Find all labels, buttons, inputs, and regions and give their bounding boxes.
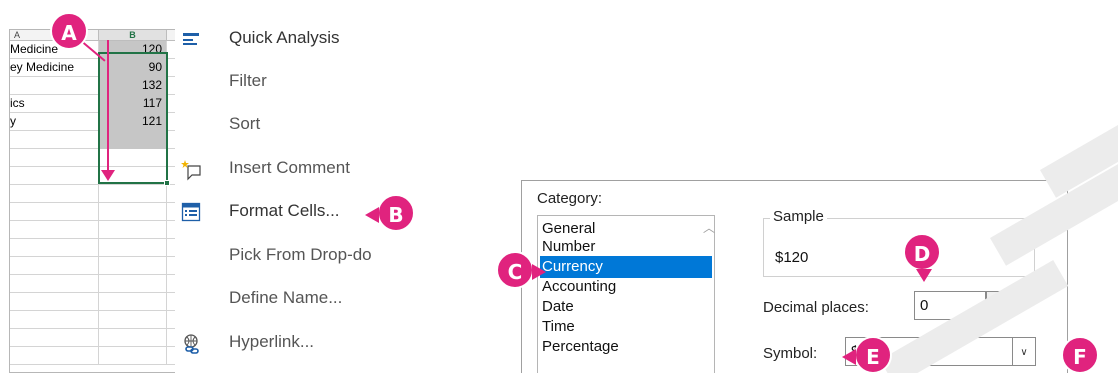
callout-badge-d: D — [903, 233, 941, 282]
selection-arrow-line — [107, 40, 109, 173]
menu-item-format-cells[interactable]: Format Cells... — [175, 192, 390, 232]
cell-b[interactable] — [99, 329, 167, 347]
cell-b[interactable] — [99, 275, 167, 293]
callout-badge-a: A — [50, 12, 88, 50]
cell-a[interactable] — [10, 131, 99, 149]
cell-a[interactable] — [10, 347, 99, 365]
menu-item-label: Insert Comment — [229, 158, 350, 177]
category-label: Category: — [537, 190, 603, 207]
menu-item-define-name[interactable]: Define Name... — [175, 279, 390, 319]
cell-a[interactable] — [10, 77, 99, 95]
menu-item-label: Filter — [229, 71, 267, 90]
cell-b[interactable] — [99, 293, 167, 311]
cell-b[interactable] — [99, 311, 167, 329]
cell-a[interactable] — [10, 221, 99, 239]
decimal-places-label: Decimal places: — [763, 299, 869, 316]
sample-box — [763, 218, 1035, 277]
category-item-currency[interactable]: Currency — [540, 256, 712, 278]
cell-a[interactable] — [10, 311, 99, 329]
menu-item-label: Hyperlink... — [229, 332, 315, 351]
cell-a[interactable] — [10, 167, 99, 185]
fill-handle[interactable] — [164, 180, 170, 186]
insert-comment-icon — [181, 159, 201, 181]
category-list[interactable]: General Number Currency Accounting Date … — [537, 215, 715, 373]
category-item-time[interactable]: Time — [540, 316, 712, 338]
chevron-down-icon[interactable]: ∨ — [1013, 337, 1036, 366]
selection-arrow-head — [101, 170, 115, 181]
format-cells-icon — [181, 202, 201, 222]
menu-item-label: Pick From Drop-do — [229, 245, 372, 264]
cell-a[interactable]: ics — [10, 95, 99, 113]
callout-badge-f: F — [1061, 336, 1099, 373]
menu-item-hyperlink[interactable]: Hyperlink... — [175, 323, 390, 363]
cell-a[interactable]: y — [10, 113, 99, 131]
menu-item-label: Quick Analysis — [229, 29, 340, 47]
menu-item-label: Sort — [229, 114, 261, 133]
category-item-accounting[interactable]: Accounting — [540, 276, 712, 298]
category-item-date[interactable]: Date — [540, 296, 712, 318]
cell-a[interactable] — [10, 275, 99, 293]
cell-a[interactable] — [10, 257, 99, 275]
format-cells-dialog: Category: General Number Currency Accoun… — [521, 180, 1068, 373]
menu-item-filter[interactable]: Filter — [175, 62, 390, 102]
menu-item-sort[interactable]: Sort — [175, 105, 390, 145]
category-item-percentage[interactable]: Percentage — [540, 336, 712, 358]
scroll-up-icon[interactable]: ︿ — [703, 219, 715, 236]
menu-item-label: Format Cells... — [229, 201, 340, 220]
hyperlink-icon — [181, 333, 201, 354]
cell-a[interactable] — [10, 149, 99, 167]
cell-a[interactable] — [10, 203, 99, 221]
cell-b[interactable] — [99, 257, 167, 275]
menu-item-label: Define Name... — [229, 288, 343, 307]
cell-b[interactable] — [99, 203, 167, 221]
callout-badge-c: C — [496, 251, 546, 289]
column-header-b[interactable]: B — [99, 30, 167, 41]
cell-b[interactable] — [99, 185, 167, 203]
menu-item-pick-from-dropdown[interactable]: Pick From Drop-do — [175, 236, 390, 276]
callout-badge-e: E — [842, 336, 892, 373]
cell-a[interactable] — [10, 239, 99, 257]
menu-item-quick-analysis[interactable]: Quick Analysis — [175, 29, 390, 59]
cell-a[interactable] — [10, 329, 99, 347]
quick-analysis-icon — [181, 29, 201, 49]
menu-item-insert-comment[interactable]: Insert Comment — [175, 149, 390, 189]
cell-a[interactable]: ey Medicine — [10, 59, 99, 77]
callout-badge-b: B — [365, 194, 415, 232]
context-menu: Quick Analysis Filter Sort Insert Commen… — [175, 29, 390, 373]
category-item-number[interactable]: Number — [540, 236, 712, 258]
cell-b[interactable] — [99, 239, 167, 257]
symbol-label: Symbol: — [763, 345, 818, 362]
cell-a[interactable] — [10, 185, 99, 203]
cell-b[interactable] — [99, 347, 167, 365]
cell-b[interactable] — [99, 221, 167, 239]
sample-value: $120 — [775, 249, 809, 266]
sample-label: Sample — [770, 208, 827, 225]
cell-a[interactable] — [10, 293, 99, 311]
